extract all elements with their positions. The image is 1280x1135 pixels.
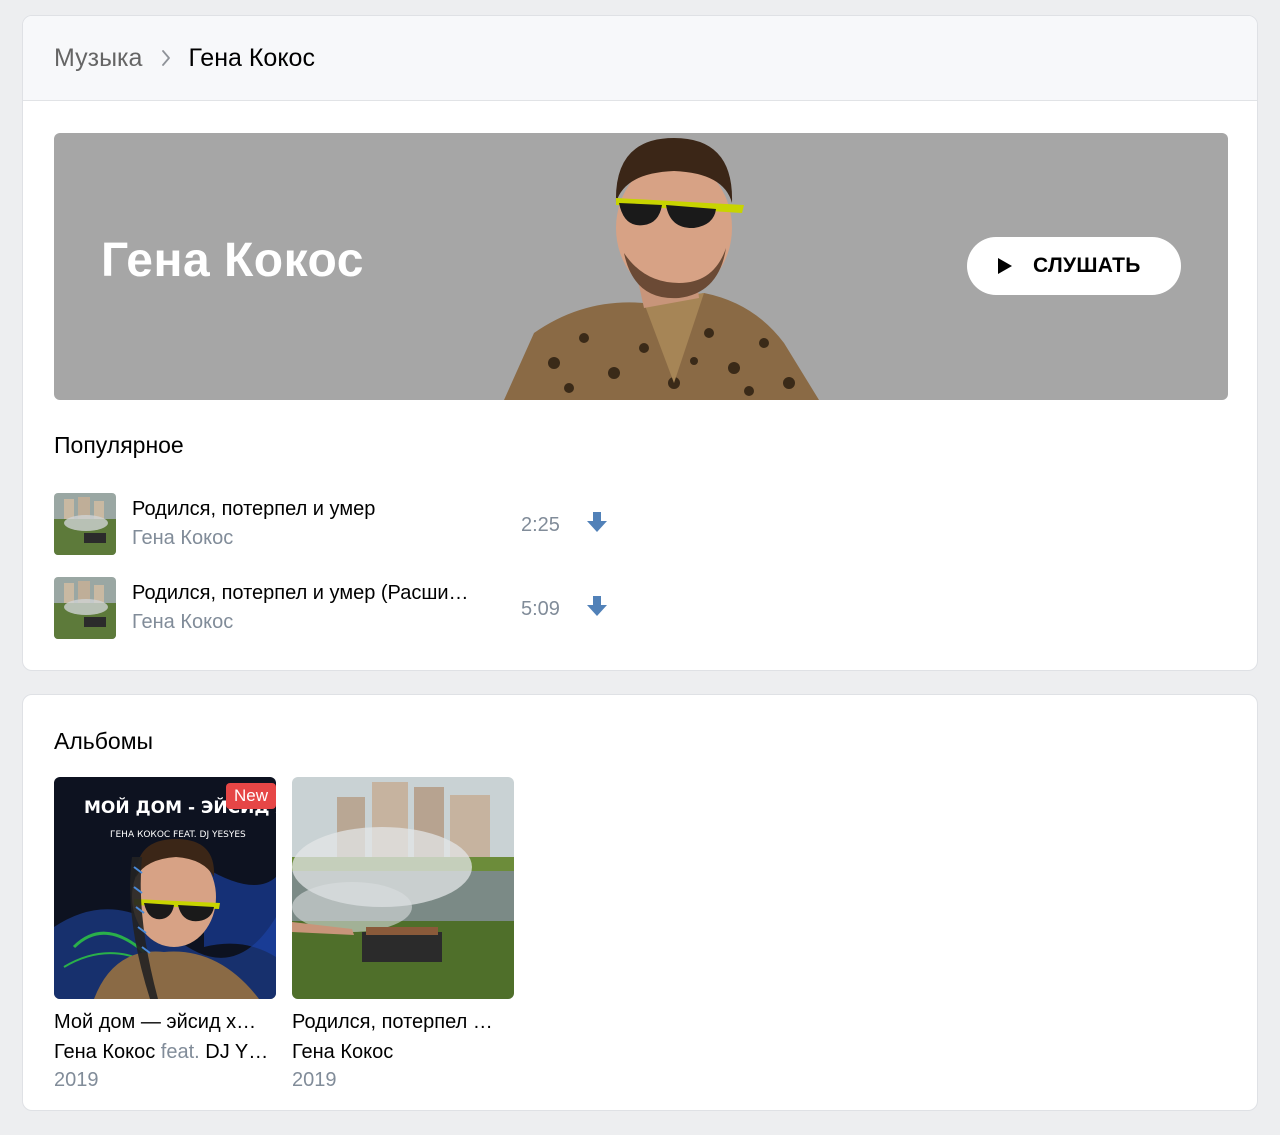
listen-button-label: СЛУШАТЬ: [1033, 254, 1141, 277]
album-feat-artist[interactable]: DJ Y…: [205, 1041, 268, 1063]
album-artist[interactable]: Гена Кокос: [292, 1041, 514, 1064]
popular-section-title: Популярное: [54, 432, 184, 458]
play-icon: [997, 257, 1013, 275]
artist-banner: Гена Кокос СЛУШАТЬ: [54, 133, 1228, 400]
albums-card: Альбомы МОЙ ДОМ - ЭЙСИД ХАУС ГЕНА КОКОС …: [22, 694, 1258, 1111]
album-artist[interactable]: Гена Кокос feat. DJ Y…: [54, 1041, 276, 1064]
listen-button[interactable]: СЛУШАТЬ: [967, 237, 1181, 295]
album-item[interactable]: Родился, потерпел … Гена Кокос 2019: [292, 777, 516, 1092]
track-cover: [54, 493, 116, 555]
album-year: 2019: [292, 1069, 337, 1091]
album-item[interactable]: МОЙ ДОМ - ЭЙСИД ХАУС ГЕНА КОКОС FEAT. DJ…: [54, 777, 278, 1092]
album-feat-label: feat.: [155, 1041, 206, 1063]
album-year: 2019: [54, 1069, 99, 1091]
track-cover: [54, 577, 116, 639]
track-row[interactable]: Родился, потерпел и умер Гена Кокос 2:25: [54, 493, 624, 555]
track-artist[interactable]: Гена Кокос: [132, 527, 233, 550]
track-title[interactable]: Родился, потерпел и умер (Расши…: [132, 582, 497, 605]
album-artist-main[interactable]: Гена Кокос: [54, 1041, 155, 1063]
chevron-right-icon: [161, 50, 171, 66]
breadcrumb-current: Гена Кокос: [188, 43, 315, 72]
track-row[interactable]: Родился, потерпел и умер (Расши… Гена Ко…: [54, 577, 624, 639]
album-cover[interactable]: [292, 777, 514, 999]
artist-name: Гена Кокос: [101, 234, 364, 287]
track-duration: 5:09: [521, 598, 560, 620]
track-title[interactable]: Родился, потерпел и умер: [132, 498, 497, 521]
album-cover[interactable]: МОЙ ДОМ - ЭЙСИД ХАУС ГЕНА КОКОС FEAT. DJ…: [54, 777, 276, 999]
new-badge: New: [225, 783, 276, 809]
track-duration: 2:25: [521, 514, 560, 536]
album-title[interactable]: Мой дом — эйсид х…: [54, 1011, 276, 1034]
breadcrumb: Музыка Гена Кокос: [23, 16, 1257, 101]
download-icon[interactable]: [586, 595, 608, 622]
album-cover-subtitle: ГЕНА КОКОС FEAT. DJ YESYES: [110, 830, 246, 840]
breadcrumb-music-link[interactable]: Музыка: [54, 44, 142, 73]
download-icon[interactable]: [586, 511, 608, 538]
albums-section-title: Альбомы: [54, 728, 154, 754]
track-artist[interactable]: Гена Кокос: [132, 611, 233, 634]
artist-photo: [504, 138, 819, 400]
album-title[interactable]: Родился, потерпел …: [292, 1011, 514, 1034]
artist-card: Музыка Гена Кокос Гена Кокос СЛУШАТЬ Поп…: [22, 15, 1258, 671]
